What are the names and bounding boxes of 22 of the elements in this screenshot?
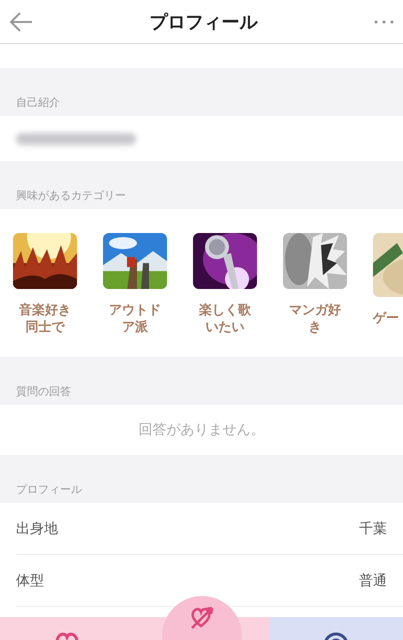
- row-label: 体型: [16, 572, 44, 590]
- heart-arrow-icon: [190, 606, 214, 630]
- category-label[interactable]: ゲー: [373, 311, 403, 328]
- section-label: 興味があるカテゴリー: [0, 161, 403, 209]
- row-value: 普通: [359, 572, 387, 590]
- page-title: プロフィール: [150, 10, 258, 34]
- back-button[interactable]: [8, 10, 34, 32]
- category-label[interactable]: 楽しく歌いたい: [193, 303, 257, 337]
- row-value: 千葉: [359, 520, 387, 538]
- category-label[interactable]: 音楽好き同士で: [13, 303, 77, 337]
- section-label: プロフィール: [0, 455, 403, 503]
- section-label: 質問の回答: [0, 357, 403, 405]
- empty-message: 回答がありません。: [138, 421, 264, 439]
- category-label[interactable]: マンガ好き: [283, 303, 347, 337]
- section-label: 自己紹介: [0, 68, 403, 116]
- tab-button[interactable]: [268, 617, 403, 640]
- category-label[interactable]: アウトドア派: [103, 303, 167, 337]
- tab-button[interactable]: [0, 617, 134, 640]
- heart-icon: [56, 632, 79, 640]
- target-icon: [323, 632, 348, 640]
- row-label: 出身地: [16, 520, 58, 538]
- more-icon[interactable]: [373, 18, 395, 24]
